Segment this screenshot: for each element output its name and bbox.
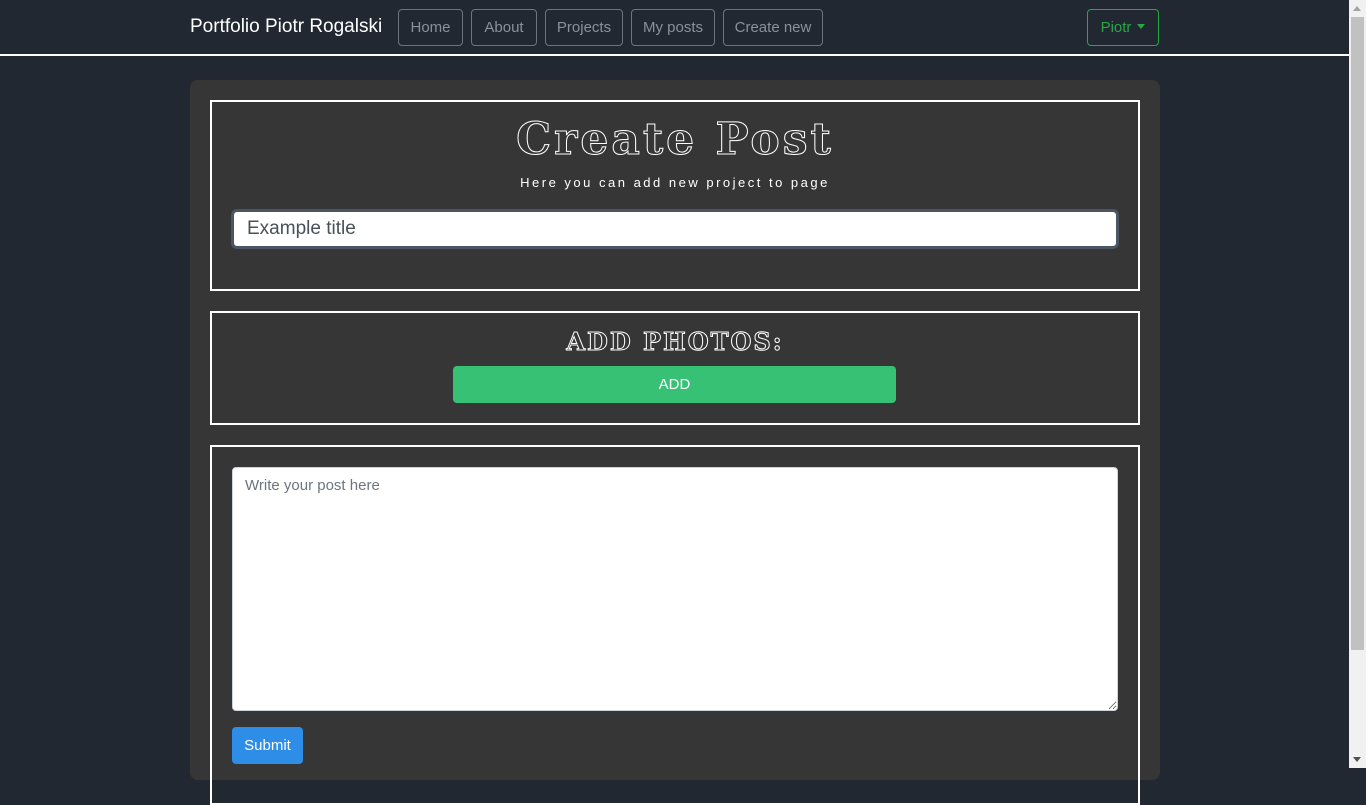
submit-button[interactable]: Submit — [232, 727, 303, 764]
add-photos-heading: ADD PHOTOS: — [566, 327, 784, 356]
post-title-input[interactable] — [234, 212, 1116, 246]
user-menu-dropdown[interactable]: Piotr — [1087, 9, 1159, 46]
post-body-textarea[interactable] — [232, 467, 1118, 711]
user-menu-label: Piotr — [1100, 19, 1132, 36]
post-body-section: Submit — [210, 445, 1140, 805]
add-photos-button[interactable]: ADD — [453, 366, 896, 403]
nav-projects-button[interactable]: Projects — [545, 9, 623, 46]
nav-my-posts-button[interactable]: My posts — [631, 9, 715, 46]
caret-down-icon — [1137, 24, 1146, 29]
page-title: Create Post — [516, 114, 834, 165]
page-subtitle: Here you can add new project to page — [520, 175, 830, 190]
nav-about-button[interactable]: About — [471, 9, 537, 46]
navbar: Portfolio Piotr Rogalski Home About Proj… — [0, 0, 1349, 56]
page-scrollbar[interactable] — [1349, 0, 1366, 768]
create-post-panel: Create Post Here you can add new project… — [190, 80, 1160, 805]
scrollbar-thumb[interactable] — [1351, 17, 1364, 650]
photos-section: ADD PHOTOS: ADD — [210, 311, 1140, 425]
scroll-down-arrow-icon[interactable] — [1353, 757, 1361, 762]
title-section: Create Post Here you can add new project… — [210, 100, 1140, 291]
scroll-up-arrow-icon[interactable] — [1353, 6, 1361, 11]
nav-home-button[interactable]: Home — [398, 9, 463, 46]
nav-create-new-button[interactable]: Create new — [723, 9, 823, 46]
brand-link[interactable]: Portfolio Piotr Rogalski — [190, 16, 382, 38]
